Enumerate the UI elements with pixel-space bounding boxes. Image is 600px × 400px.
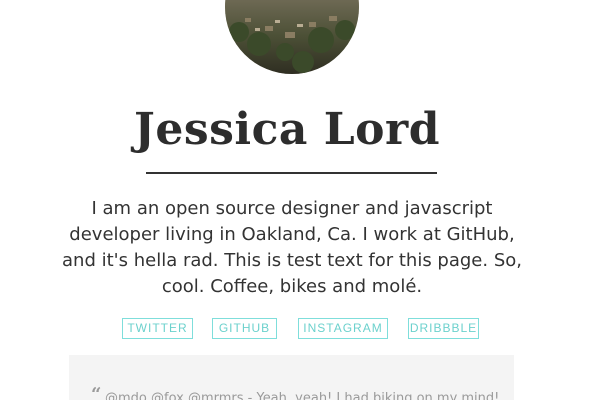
profile-bio: I am an open source designer and javascr… [62, 198, 522, 297]
dribbble-link[interactable]: DRIBBBLE [408, 318, 479, 339]
quote-icon: “ [91, 384, 102, 400]
twitter-link[interactable]: TWITTER [122, 318, 193, 339]
social-links: TWITTER GITHUB INSTAGRAM DRIBBBLE [0, 318, 600, 340]
tweet-card: “ @mdo @fox @mrmrs - Yeah, yeah! I had b… [69, 355, 514, 400]
avatar [225, 0, 359, 74]
profile-photo-icon [225, 0, 359, 74]
tweet-text: @mdo @fox @mrmrs - Yeah, yeah! I had bik… [105, 391, 500, 400]
github-link[interactable]: GITHUB [212, 318, 277, 339]
name-divider [146, 172, 437, 174]
instagram-link[interactable]: INSTAGRAM [298, 318, 388, 339]
profile-name: Jessica Lord [134, 104, 440, 155]
